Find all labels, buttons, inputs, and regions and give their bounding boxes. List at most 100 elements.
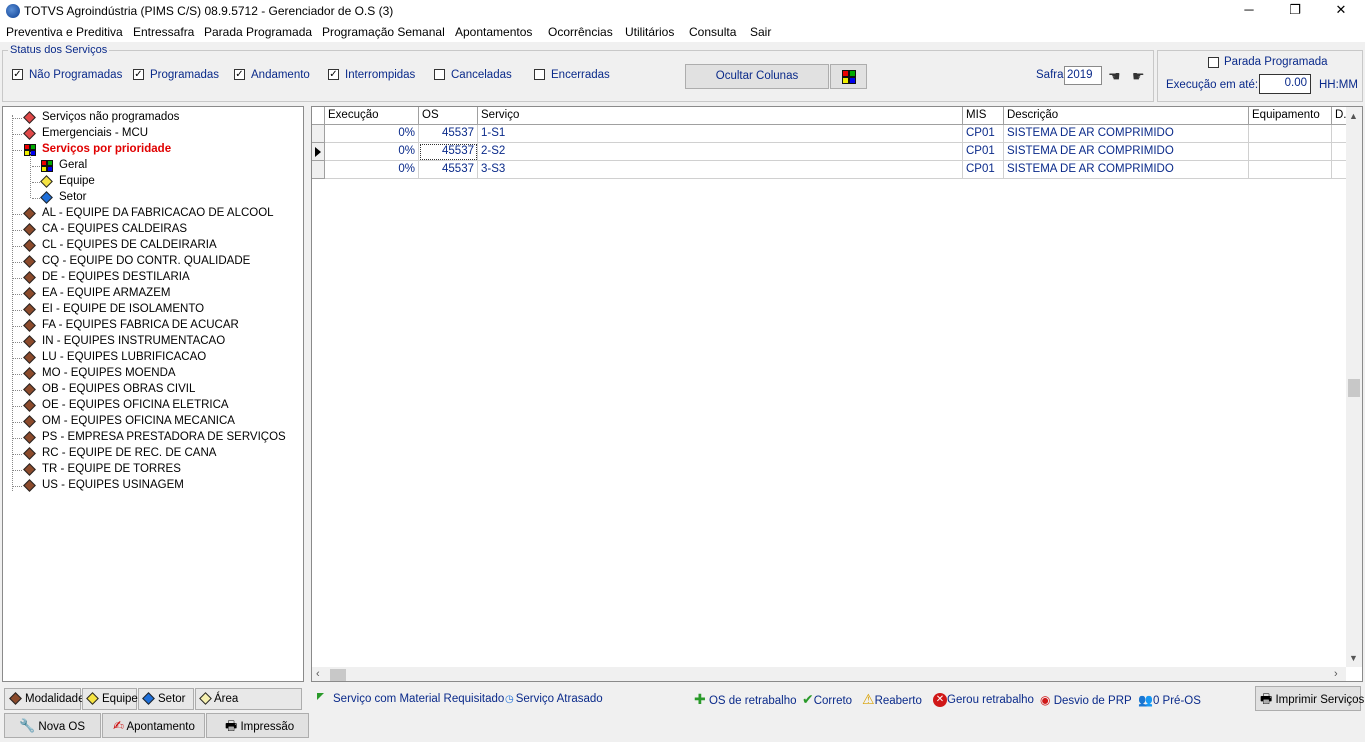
legend-preos: 👥0 Pré-OS (1138, 693, 1201, 707)
checkbox-box[interactable]: ✓ (328, 69, 339, 80)
grid-cell[interactable] (1249, 161, 1332, 179)
status-groupbox-label: Status dos Serviços (8, 44, 110, 56)
restore-button[interactable]: ❐ (1272, 0, 1318, 22)
scroll-down-icon[interactable]: ▼ (1349, 653, 1358, 663)
tab-setor[interactable]: Setor (138, 688, 194, 710)
tree-line (12, 374, 22, 375)
grid-cell[interactable]: CP01 (963, 125, 1004, 143)
column-header-equipamento[interactable]: Equipamento (1249, 107, 1332, 125)
tree-line (12, 262, 22, 263)
tree-item-label: Geral (59, 159, 88, 171)
diamond-icon (23, 335, 36, 348)
checkbox-box[interactable]: ✓ (12, 69, 23, 80)
checkbox-box[interactable]: ✓ (234, 69, 245, 80)
scroll-up-icon[interactable]: ▲ (1349, 111, 1358, 121)
tree-line (12, 358, 22, 359)
column-header-descricao[interactable]: Descrição (1004, 107, 1249, 125)
row-indicator[interactable] (312, 143, 325, 161)
diamond-icon (86, 692, 99, 705)
safra-input[interactable]: 2019 (1064, 66, 1102, 85)
grid-cell[interactable] (1249, 125, 1332, 143)
grid-cell[interactable]: 2-S2 (478, 143, 963, 161)
previous-safra-icon[interactable]: ☚ (1108, 68, 1121, 85)
diamond-icon (23, 127, 36, 140)
hide-columns-button[interactable]: Ocultar Colunas (685, 64, 829, 89)
menu-apontamentos[interactable]: Apontamentos (455, 25, 532, 39)
grid-cell[interactable]: 45537 (419, 143, 478, 161)
tree-line (12, 406, 22, 407)
tab-label: Equipe (102, 693, 138, 705)
menu-consulta[interactable]: Consulta (689, 25, 736, 39)
tree-item-label: RC - EQUIPE DE REC. DE CANA (42, 447, 217, 459)
vertical-scrollbar[interactable]: ▲ ▼ (1346, 107, 1362, 667)
tab-area[interactable]: Área (195, 688, 302, 710)
grid-cell[interactable]: 45537 (419, 161, 478, 179)
close-button[interactable]: ✕ (1318, 0, 1364, 22)
minimize-button[interactable]: ─ (1226, 0, 1272, 22)
app-icon (6, 4, 20, 18)
row-indicator[interactable] (312, 125, 325, 143)
column-header-os[interactable]: OS (419, 107, 478, 125)
row-indicator[interactable] (312, 161, 325, 179)
legend-desvio: ◉ Desvio de PRP (1040, 693, 1132, 707)
checkbox-box[interactable] (434, 69, 445, 80)
legend-reaberto: ⚠Reaberto (862, 692, 922, 707)
next-safra-icon[interactable]: ☛ (1132, 68, 1145, 85)
scroll-right-icon[interactable]: › (1334, 668, 1338, 680)
menu-programacao-semanal[interactable]: Programação Semanal (322, 25, 445, 39)
tree-item-label: EI - EQUIPE DE ISOLAMENTO (42, 303, 205, 315)
scrollbar-thumb[interactable] (1348, 379, 1360, 397)
legend-correto: ✔Correto (802, 692, 852, 707)
grid-cell[interactable]: 3-S3 (478, 161, 963, 179)
button-label: Impressão (240, 721, 295, 733)
column-header-execucao[interactable]: Execução (325, 107, 419, 125)
tab-modalidade[interactable]: Modalidade (4, 688, 84, 710)
color-grid-button[interactable] (830, 64, 867, 89)
services-grid[interactable]: Execução OS Serviço MIS Descrição Equipa… (311, 106, 1363, 682)
menu-preventiva[interactable]: Preventiva e Preditiva (6, 25, 123, 39)
tree-item-label: CQ - EQUIPE DO CONTR. QUALIDADE (42, 255, 251, 267)
menu-utilitarios[interactable]: Utilitários (625, 25, 674, 39)
scroll-left-icon[interactable]: ‹ (316, 668, 320, 680)
checkbox-box[interactable]: ✓ (133, 69, 144, 80)
menu-sair[interactable]: Sair (750, 25, 771, 39)
diamond-icon (142, 692, 155, 705)
target-icon: ◉ (1040, 693, 1051, 707)
grid-cell[interactable]: CP01 (963, 143, 1004, 161)
apontamento-button[interactable]: ✍ Apontamento (102, 713, 205, 738)
service-tree[interactable]: Serviços não programados Emergenciais - M… (2, 106, 304, 682)
legend-gerou: ✕ Gerou retrabalho (933, 693, 1034, 707)
grid-cell[interactable]: 0% (325, 143, 419, 161)
grid-cell[interactable]: 45537 (419, 125, 478, 143)
menu-parada-programada[interactable]: Parada Programada (204, 25, 312, 39)
button-label: Nova OS (38, 721, 86, 733)
column-header-servico[interactable]: Serviço (478, 107, 963, 125)
grid-cell[interactable]: CP01 (963, 161, 1004, 179)
new-os-button[interactable]: 🔧 Nova OS (4, 713, 101, 738)
tree-item-label: MO - EQUIPES MOENDA (42, 367, 176, 379)
button-label: Imprimir Serviços (1275, 694, 1365, 706)
grid-cell[interactable]: 1-S1 (478, 125, 963, 143)
grid-cell[interactable]: SISTEMA DE AR COMPRIMIDO (1004, 161, 1249, 179)
horizontal-scrollbar[interactable]: ‹ › (312, 667, 1346, 681)
tree-item-label: Setor (59, 191, 87, 203)
impressao-button[interactable]: 🖶 Impressão (206, 713, 309, 738)
legend-material: Serviço com Material Requisitado (317, 693, 504, 705)
parada-programada-checkbox[interactable] (1208, 57, 1219, 68)
tree-item-label: LU - EQUIPES LUBRIFICACAO (42, 351, 207, 363)
grid-cell[interactable]: 0% (325, 161, 419, 179)
menu-ocorrencias[interactable]: Ocorrências (548, 25, 613, 39)
grid-cell[interactable] (1249, 143, 1332, 161)
grid-cell[interactable]: SISTEMA DE AR COMPRIMIDO (1004, 125, 1249, 143)
column-header-mis[interactable]: MIS (963, 107, 1004, 125)
tab-equipe[interactable]: Equipe (82, 688, 138, 710)
print-services-button[interactable]: 🖶 Imprimir Serviços (1255, 686, 1365, 711)
execucao-input[interactable]: 0.00 (1259, 74, 1311, 94)
grid-cell[interactable]: 0% (325, 125, 419, 143)
current-row-arrow-icon (315, 147, 321, 157)
h-scrollbar-thumb[interactable] (330, 669, 346, 681)
title-bar: TOTVS Agroindústria (PIMS C/S) 08.9.5712… (0, 0, 1365, 22)
menu-entressafra[interactable]: Entressafra (133, 25, 194, 39)
checkbox-box[interactable] (534, 69, 545, 80)
grid-cell[interactable]: SISTEMA DE AR COMPRIMIDO (1004, 143, 1249, 161)
